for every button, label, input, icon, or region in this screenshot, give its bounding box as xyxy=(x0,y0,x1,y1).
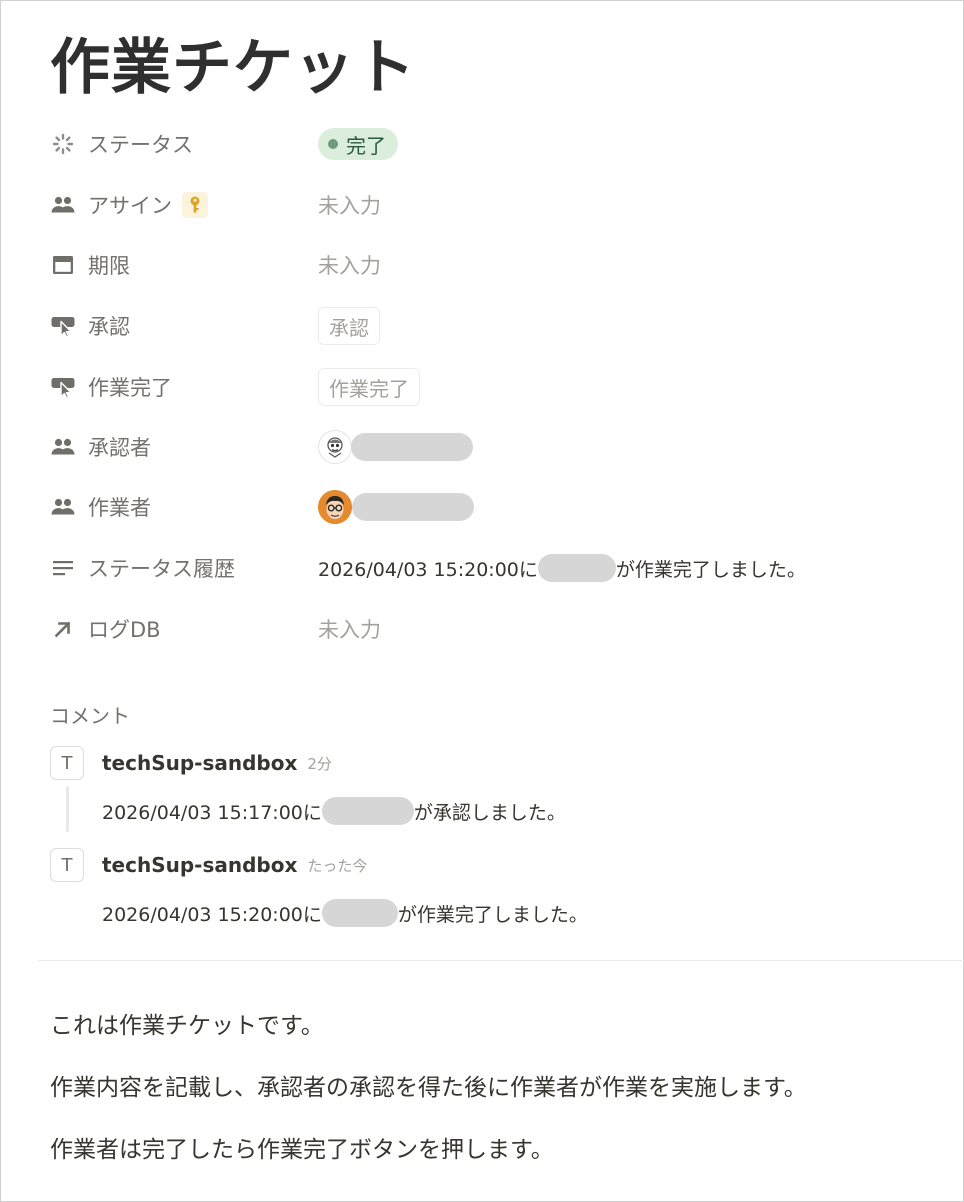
comment-prefix: 2026/04/03 15:20:00に xyxy=(102,903,322,926)
calendar-icon xyxy=(50,252,76,278)
property-key-approver[interactable]: 承認者 xyxy=(50,432,318,462)
property-label: 作業者 xyxy=(88,496,151,520)
property-due: 期限 未入力 xyxy=(50,245,930,285)
key-icon xyxy=(182,192,208,218)
complete-button[interactable]: 作業完了 xyxy=(318,368,420,406)
body-paragraph[interactable]: 作業者は完了したら作業完了ボタンを押します。 xyxy=(50,1130,554,1164)
property-label: 作業完了 xyxy=(88,376,172,400)
history-prefix: 2026/04/03 15:20:00に xyxy=(318,558,538,581)
comment-suffix: が承認しました。 xyxy=(413,801,566,824)
worker-name-redacted xyxy=(352,493,474,521)
property-label: ステータス履歴 xyxy=(88,557,235,581)
status-loader-icon xyxy=(50,131,76,157)
body-paragraph[interactable]: これは作業チケットです。 xyxy=(50,1006,324,1040)
property-worker: 作業者 xyxy=(50,487,930,527)
property-complete: 作業完了 作業完了 xyxy=(50,367,930,407)
property-key-log[interactable]: ログDB xyxy=(50,614,318,644)
page-title[interactable]: 作業チケット xyxy=(50,28,416,108)
property-log: ログDB 未入力 xyxy=(50,609,930,649)
property-label: アサイン xyxy=(88,194,172,218)
log-value[interactable]: 未入力 xyxy=(318,614,381,644)
property-label: ログDB xyxy=(88,618,161,642)
history-suffix: が作業完了しました。 xyxy=(615,558,806,581)
thread-line xyxy=(66,786,69,832)
assignee-value[interactable]: 未入力 xyxy=(318,190,381,220)
worker-avatar[interactable] xyxy=(318,490,352,524)
property-key-complete[interactable]: 作業完了 xyxy=(50,372,318,402)
comment-suffix: が作業完了しました。 xyxy=(397,903,588,926)
text-lines-icon xyxy=(50,555,76,581)
people-icon xyxy=(50,192,76,218)
property-key-worker[interactable]: 作業者 xyxy=(50,492,318,522)
people-icon xyxy=(50,434,76,460)
comment-user-redacted xyxy=(321,899,398,927)
property-label: 期限 xyxy=(88,254,130,278)
button-cursor-icon xyxy=(50,313,76,339)
comment-avatar[interactable]: T xyxy=(50,746,84,780)
property-key-status[interactable]: ステータス xyxy=(50,129,318,159)
property-assignee: アサイン 未入力 xyxy=(50,185,930,225)
comment-item: T techSup-sandbox たった今 2026/04/03 15:20:… xyxy=(50,848,930,930)
people-icon xyxy=(50,494,76,520)
property-key-due[interactable]: 期限 xyxy=(50,250,318,280)
body-paragraph[interactable]: 作業内容を記載し、承認者の承認を得た後に作業者が作業を実施します。 xyxy=(50,1068,807,1102)
property-label: 承認 xyxy=(88,315,130,339)
comment-user-redacted xyxy=(321,797,414,825)
property-history: ステータス履歴 2026/04/03 15:20:00に が作業完了しました。 xyxy=(50,548,930,588)
status-dot-icon xyxy=(328,139,338,149)
property-label: 承認者 xyxy=(88,436,151,460)
history-user-redacted xyxy=(537,554,616,582)
comment-author[interactable]: techSup-sandbox xyxy=(102,853,297,877)
property-key-assignee[interactable]: アサイン xyxy=(50,190,318,220)
comment-prefix: 2026/04/03 15:17:00に xyxy=(102,801,322,824)
property-approve: 承認 承認 xyxy=(50,306,930,346)
divider xyxy=(38,960,964,961)
property-key-history[interactable]: ステータス履歴 xyxy=(50,553,318,583)
approver-avatar[interactable] xyxy=(318,430,352,464)
comments-heading: コメント xyxy=(50,704,130,728)
property-key-approve[interactable]: 承認 xyxy=(50,311,318,341)
history-value[interactable]: 2026/04/03 15:20:00に が作業完了しました。 xyxy=(318,554,806,582)
comment-time[interactable]: 2分 xyxy=(307,753,332,774)
status-value: 完了 xyxy=(346,133,386,158)
property-status: ステータス 完了 xyxy=(50,124,930,164)
relation-arrow-icon xyxy=(50,616,76,642)
status-badge[interactable]: 完了 xyxy=(318,128,398,160)
approver-name-redacted xyxy=(351,433,473,461)
comment-item: T techSup-sandbox 2分 2026/04/03 15:17:00… xyxy=(50,746,930,832)
comment-body: 2026/04/03 15:20:00に が作業完了しました。 xyxy=(102,896,930,930)
comment-avatar[interactable]: T xyxy=(50,848,84,882)
comment-time[interactable]: たった今 xyxy=(307,855,367,876)
button-cursor-icon xyxy=(50,374,76,400)
approve-button[interactable]: 承認 xyxy=(318,307,380,345)
due-value[interactable]: 未入力 xyxy=(318,250,381,280)
property-approver: 承認者 xyxy=(50,427,930,467)
comment-body: 2026/04/03 15:17:00に が承認しました。 xyxy=(102,794,930,828)
comment-author[interactable]: techSup-sandbox xyxy=(102,751,297,775)
property-label: ステータス xyxy=(88,133,193,157)
